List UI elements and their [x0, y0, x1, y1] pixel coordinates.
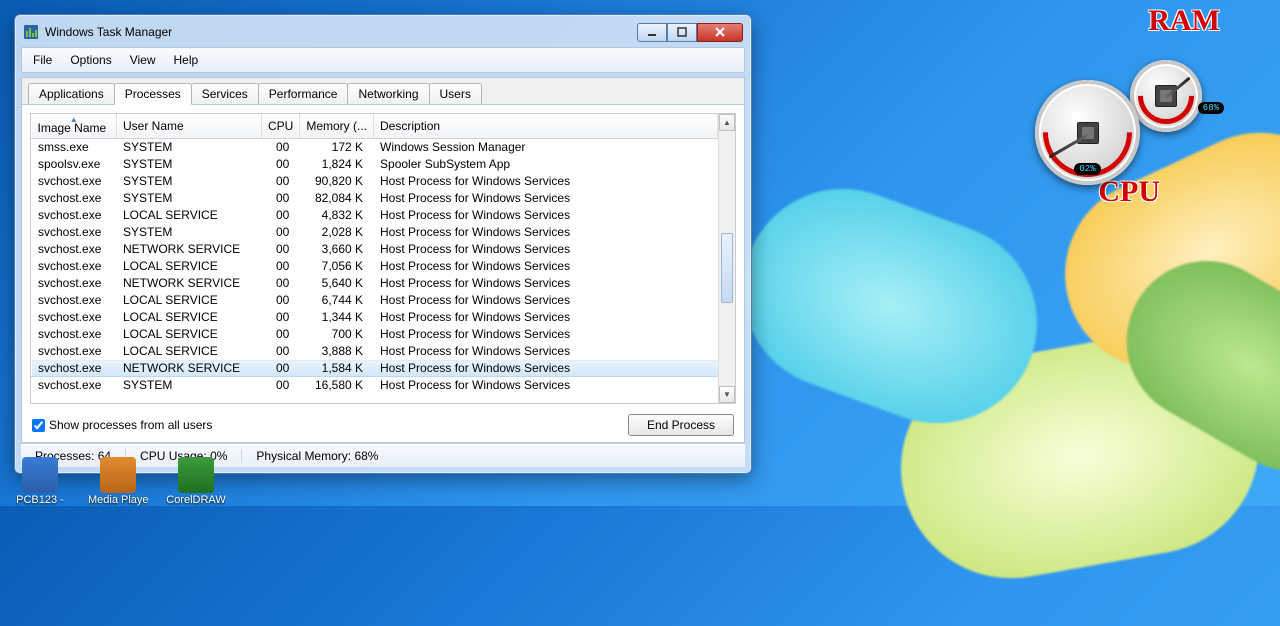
- table-row[interactable]: svchost.exeLOCAL SERVICE00700 KHost Proc…: [32, 326, 718, 343]
- ram-gadget-label: RAM: [1148, 4, 1220, 38]
- table-row[interactable]: svchost.exeSYSTEM0082,084 KHost Process …: [32, 190, 718, 207]
- tab-performance[interactable]: Performance: [258, 83, 349, 104]
- end-process-button[interactable]: End Process: [628, 414, 734, 436]
- app-icon: [178, 457, 214, 493]
- cpu-gauge: 02%: [1035, 80, 1140, 185]
- process-table: ▲Image Name User Name CPU Memory (... De…: [31, 114, 718, 394]
- show-all-users-label: Show processes from all users: [49, 418, 212, 432]
- app-icon: [23, 24, 39, 40]
- app-icon: [100, 457, 136, 493]
- table-row[interactable]: svchost.exeNETWORK SERVICE003,660 KHost …: [32, 241, 718, 258]
- system-gauge-gadget[interactable]: 68% 02%: [1035, 60, 1225, 190]
- table-row[interactable]: spoolsv.exeSYSTEM001,824 KSpooler SubSys…: [32, 156, 718, 173]
- tab-applications[interactable]: Applications: [28, 83, 115, 104]
- close-button[interactable]: [697, 23, 743, 42]
- tab-processes[interactable]: Processes: [114, 83, 192, 105]
- cpu-readout: 02%: [1074, 163, 1100, 175]
- table-row[interactable]: svchost.exeNETWORK SERVICE001,584 KHost …: [32, 360, 718, 377]
- vertical-scrollbar[interactable]: ▲ ▼: [718, 114, 735, 403]
- table-row[interactable]: svchost.exeLOCAL SERVICE003,888 KHost Pr…: [32, 343, 718, 360]
- process-table-wrap: ▲Image Name User Name CPU Memory (... De…: [30, 113, 736, 404]
- desktop-icon[interactable]: CorelDRAW: [166, 457, 226, 506]
- ram-readout: 68%: [1198, 102, 1224, 114]
- menu-help[interactable]: Help: [167, 51, 206, 69]
- table-row[interactable]: svchost.exeNETWORK SERVICE005,640 KHost …: [32, 275, 718, 292]
- app-icon: [22, 457, 58, 493]
- window-title: Windows Task Manager: [45, 25, 172, 39]
- table-row[interactable]: svchost.exeSYSTEM0016,580 KHost Process …: [32, 377, 718, 394]
- menubar: FileOptions ViewHelp: [21, 47, 745, 73]
- desktop-icons: PCB123 - Media Player CorelDRAW: [10, 457, 226, 506]
- table-row[interactable]: svchost.exeSYSTEM002,028 KHost Process f…: [32, 224, 718, 241]
- maximize-button[interactable]: [667, 23, 697, 42]
- minimize-button[interactable]: [637, 23, 667, 42]
- col-cpu[interactable]: CPU: [262, 114, 300, 139]
- scroll-down-icon[interactable]: ▼: [719, 386, 735, 403]
- ram-gauge: 68%: [1130, 60, 1202, 132]
- tabs: ApplicationsProcessesServicesPerformance…: [22, 78, 744, 105]
- table-row[interactable]: svchost.exeLOCAL SERVICE001,344 KHost Pr…: [32, 309, 718, 326]
- col-description[interactable]: Description: [374, 114, 718, 139]
- col-memory[interactable]: Memory (...: [300, 114, 374, 139]
- table-row[interactable]: svchost.exeLOCAL SERVICE004,832 KHost Pr…: [32, 207, 718, 224]
- table-row[interactable]: svchost.exeLOCAL SERVICE007,056 KHost Pr…: [32, 258, 718, 275]
- table-row[interactable]: svchost.exeSYSTEM0090,820 KHost Process …: [32, 173, 718, 190]
- tab-networking[interactable]: Networking: [347, 83, 429, 104]
- col-user-name[interactable]: User Name: [117, 114, 262, 139]
- tab-users[interactable]: Users: [429, 83, 482, 104]
- scroll-thumb[interactable]: [721, 233, 733, 303]
- table-row[interactable]: svchost.exeLOCAL SERVICE006,744 KHost Pr…: [32, 292, 718, 309]
- titlebar[interactable]: Windows Task Manager: [21, 21, 745, 43]
- task-manager-window: Windows Task Manager FileOptions ViewHelp…: [14, 14, 752, 474]
- tab-services[interactable]: Services: [191, 83, 259, 104]
- table-row[interactable]: smss.exeSYSTEM00172 KWindows Session Man…: [32, 139, 718, 156]
- desktop-icon[interactable]: Media Player: [88, 457, 148, 506]
- menu-view[interactable]: View: [123, 51, 163, 69]
- menu-file[interactable]: File: [26, 51, 59, 69]
- show-all-users-checkbox[interactable]: Show processes from all users: [32, 418, 212, 432]
- desktop-icon[interactable]: PCB123 -: [10, 457, 70, 506]
- menu-options[interactable]: Options: [63, 51, 118, 69]
- col-image-name[interactable]: ▲Image Name: [32, 114, 117, 139]
- scroll-up-icon[interactable]: ▲: [719, 114, 735, 131]
- status-memory: Physical Memory: 68%: [242, 449, 392, 463]
